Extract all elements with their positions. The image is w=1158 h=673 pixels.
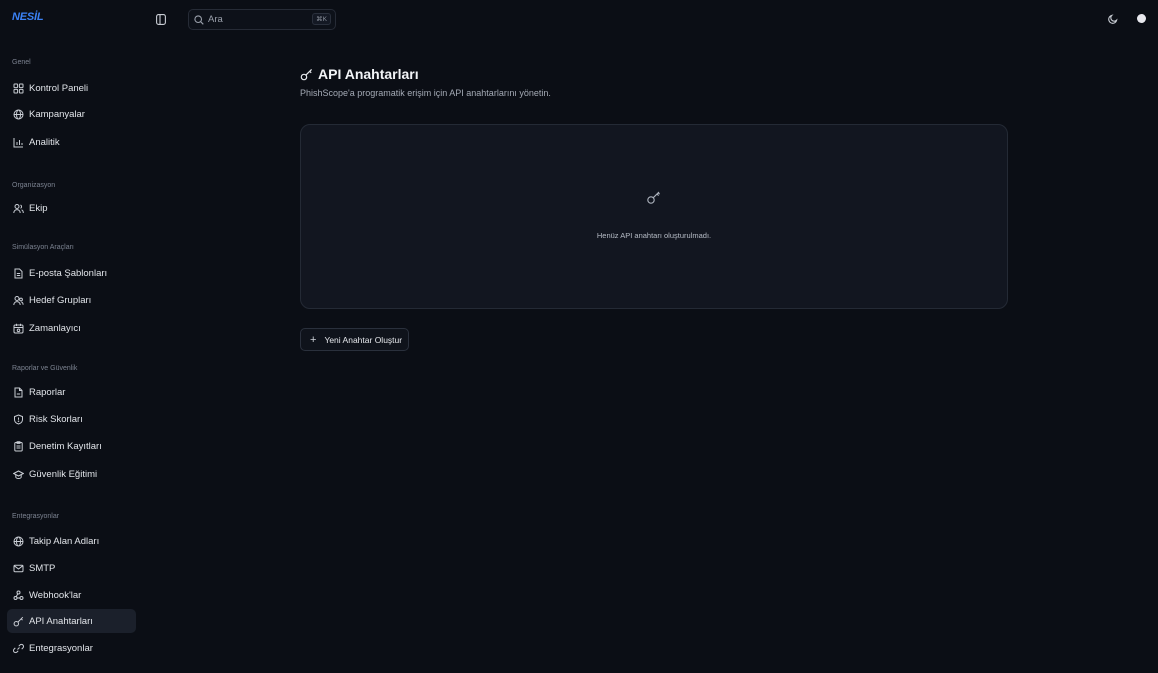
moon-icon: [1108, 14, 1118, 24]
key-icon: [300, 68, 313, 81]
sidebar-section-title: Entegrasyonlar: [12, 513, 60, 520]
chart-icon: [13, 137, 24, 148]
search-input[interactable]: [208, 14, 308, 25]
search-box[interactable]: ⌘K: [188, 9, 336, 30]
sidebar-item-hedef-gruplari[interactable]: Hedef Grupları: [7, 288, 136, 312]
sidebar-item-label: Denetim Kayıtları: [29, 440, 102, 452]
users-icon: [13, 203, 24, 214]
sidebar: Genel Kontrol Paneli Kampanyalar Analiti…: [0, 38, 140, 673]
globe-icon: [13, 109, 24, 120]
sidebar-item-entegrasyonlar[interactable]: Entegrasyonlar: [7, 636, 136, 660]
sidebar-item-label: Ekip: [29, 202, 48, 214]
calendar-icon: [13, 323, 24, 334]
group-icon: [13, 295, 24, 306]
link-icon: [13, 643, 24, 654]
sidebar-item-label: E-posta Şablonları: [29, 267, 108, 279]
page-title: API Anahtarları: [318, 66, 419, 82]
sidebar-item-label: API Anahtarları: [29, 615, 93, 627]
key-icon: [13, 616, 24, 627]
audit-icon: [13, 440, 24, 452]
sidebar-item-label: Webhook'lar: [29, 589, 82, 601]
brand-logo[interactable]: NESİL: [12, 11, 44, 23]
sidebar-item-label: Hedef Grupları: [29, 294, 92, 306]
sidebar-item-webhooklar[interactable]: Webhook'lar: [7, 583, 136, 607]
empty-state-message: Henüz API anahtarı oluşturulmadı.: [596, 231, 712, 240]
sidebar-item-ekip[interactable]: Ekip: [7, 196, 136, 220]
sidebar-item-label: Raporlar: [29, 386, 66, 398]
sidebar-item-label: Güvenlik Eğitimi: [29, 468, 98, 480]
sidebar-panel-icon: [156, 13, 166, 25]
sidebar-item-analitik[interactable]: Analitik: [7, 130, 136, 154]
page-subtitle: PhishScope'a programatik erişim için API…: [300, 88, 551, 98]
sidebar-item-label: Analitik: [29, 136, 60, 148]
sidebar-item-risk-skorlari[interactable]: Risk Skorları: [7, 407, 136, 431]
sidebar-item-kampanyalar[interactable]: Kampanyalar: [7, 102, 136, 126]
mail-icon: [13, 563, 24, 574]
dashboard-icon: [13, 83, 24, 94]
sidebar-item-smtp[interactable]: SMTP: [7, 556, 136, 580]
sidebar-item-label: Entegrasyonlar: [29, 642, 93, 654]
sidebar-section-title: Organizasyon: [12, 182, 56, 189]
plus-icon: +: [310, 333, 317, 346]
create-key-button-label: Yeni Anahtar Oluştur: [324, 334, 403, 345]
sidebar-item-label: Takip Alan Adları: [29, 535, 100, 547]
sidebar-item-guvenlik-egitimi[interactable]: Güvenlik Eğitimi: [7, 462, 136, 486]
sidebar-item-label: Zamanlayıcı: [29, 322, 81, 334]
page-header: API Anahtarları PhishScope'a programatik…: [300, 66, 551, 98]
sidebar-toggle-button[interactable]: [153, 11, 169, 27]
app-root: NESİL ⌘K: [0, 0, 1158, 673]
sidebar-item-denetim-kayitlari[interactable]: Denetim Kayıtları: [7, 434, 136, 458]
sidebar-item-raporlar[interactable]: Raporlar: [7, 380, 136, 404]
file-icon: [13, 268, 24, 279]
theme-toggle-button[interactable]: [1106, 12, 1120, 26]
globe-icon: [13, 536, 24, 547]
sidebar-item-label: SMTP: [29, 562, 56, 574]
search-shortcut-badge: ⌘K: [312, 13, 331, 25]
page-title-row: API Anahtarları: [300, 66, 551, 82]
sidebar-item-label: Kontrol Paneli: [29, 82, 89, 94]
sidebar-item-takip-alan-adlari[interactable]: Takip Alan Adları: [7, 529, 136, 553]
sidebar-item-api-anahtarlari[interactable]: API Anahtarları: [7, 609, 136, 633]
sidebar-item-kontrol-paneli[interactable]: Kontrol Paneli: [7, 76, 136, 100]
sidebar-section-title: Raporlar ve Güvenlik: [12, 365, 78, 372]
sidebar-section-title: Genel: [12, 59, 31, 66]
create-key-button[interactable]: + Yeni Anahtar Oluştur: [300, 328, 409, 351]
search-icon: [194, 14, 204, 25]
user-avatar[interactable]: [1137, 14, 1146, 23]
webhook-icon: [13, 590, 24, 601]
key-icon: [644, 187, 664, 207]
empty-state-card: Henüz API anahtarı oluşturulmadı.: [300, 124, 1008, 309]
sidebar-item-zamanlayici[interactable]: Zamanlayıcı: [7, 316, 136, 340]
top-bar: NESİL ⌘K: [0, 0, 1158, 38]
sidebar-item-e-posta-sablonlari[interactable]: E-posta Şablonları: [7, 261, 136, 285]
report-icon: [13, 387, 24, 398]
sidebar-item-label: Risk Skorları: [29, 413, 83, 425]
shield-icon: [13, 413, 24, 425]
sidebar-item-label: Kampanyalar: [29, 108, 85, 120]
sidebar-section-title: Simülasyon Araçları: [12, 244, 74, 251]
graduation-icon: [13, 469, 24, 480]
